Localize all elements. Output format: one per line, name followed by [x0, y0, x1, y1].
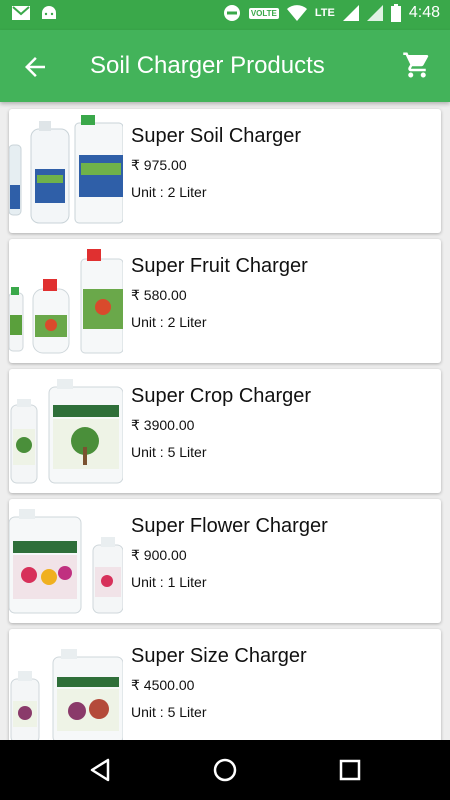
clock: 4:48 — [408, 4, 440, 21]
volte-badge: VOLTE — [248, 7, 279, 19]
signal-icon-2 — [366, 5, 383, 21]
product-card[interactable]: Super Fruit Charger ₹ 580.00 Unit : 2 Li… — [9, 239, 441, 363]
product-unit: Unit : 5 Liter — [131, 444, 207, 460]
product-name: Super Flower Charger — [131, 515, 328, 537]
product-name: Super Soil Charger — [131, 125, 302, 147]
product-image — [10, 379, 123, 484]
product-name: Super Fruit Charger — [131, 255, 308, 277]
navigation-bar — [0, 740, 450, 800]
gmail-icon — [12, 6, 30, 20]
product-unit: Unit : 1 Liter — [131, 574, 207, 590]
product-card[interactable]: Super Size Charger ₹ 4500.00 Unit : 5 Li… — [9, 629, 441, 740]
nav-home-icon[interactable] — [211, 756, 239, 784]
product-image — [9, 509, 123, 614]
product-price: ₹ 3900.00 — [131, 417, 195, 433]
product-list: Super Soil Charger ₹ 975.00 Unit : 2 Lit… — [0, 102, 450, 740]
app-bar: Soil Charger Products — [0, 30, 450, 102]
product-image — [9, 115, 123, 224]
product-card[interactable]: Super Crop Charger ₹ 3900.00 Unit : 5 Li… — [9, 369, 441, 493]
status-bar: VOLTE LTE 4:48 — [0, 0, 450, 30]
page-title: Soil Charger Products — [90, 52, 325, 79]
product-image — [10, 649, 123, 740]
nav-recents-icon[interactable] — [336, 756, 364, 784]
cart-icon[interactable] — [402, 50, 432, 80]
do-not-disturb-icon — [223, 5, 240, 21]
product-card[interactable]: Super Soil Charger ₹ 975.00 Unit : 2 Lit… — [9, 109, 441, 233]
product-card[interactable]: Super Flower Charger ₹ 900.00 Unit : 1 L… — [9, 499, 441, 623]
network-type: LTE — [314, 7, 335, 19]
product-unit: Unit : 5 Liter — [131, 704, 207, 720]
back-arrow-icon[interactable] — [20, 52, 50, 82]
product-price: ₹ 4500.00 — [131, 677, 195, 693]
android-icon — [42, 6, 56, 19]
nav-back-icon[interactable] — [86, 756, 114, 784]
battery-icon — [390, 4, 401, 22]
wifi-icon — [286, 5, 307, 21]
product-name: Super Crop Charger — [131, 385, 312, 407]
product-unit: Unit : 2 Liter — [131, 314, 207, 330]
product-name: Super Size Charger — [131, 645, 307, 667]
product-price: ₹ 580.00 — [131, 287, 187, 303]
product-price: ₹ 900.00 — [131, 547, 187, 563]
signal-icon — [342, 5, 359, 21]
product-unit: Unit : 2 Liter — [131, 184, 207, 200]
product-image — [9, 249, 123, 354]
product-price: ₹ 975.00 — [131, 157, 187, 173]
